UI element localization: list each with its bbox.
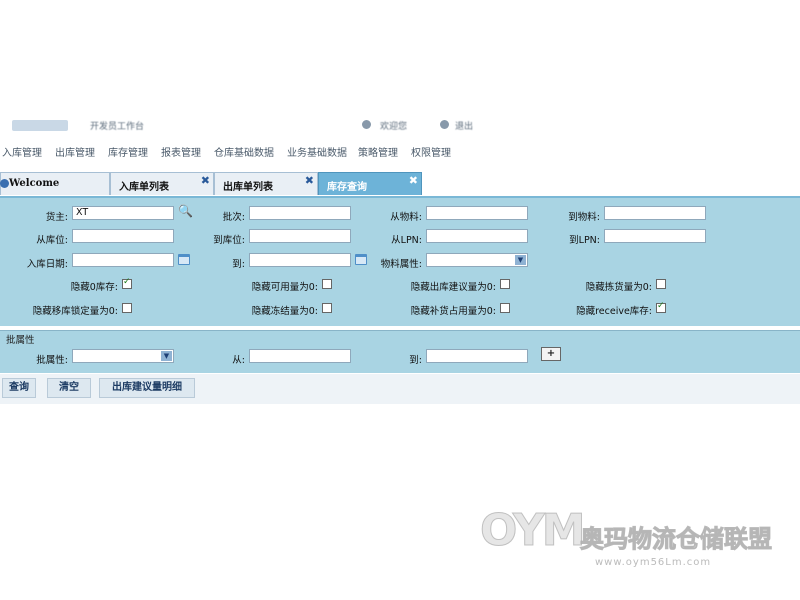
menu-item-reports[interactable]: 报表管理: [161, 144, 201, 159]
hide-zero-available-checkbox[interactable]: [322, 279, 332, 289]
gear-icon[interactable]: [362, 120, 371, 129]
menu-item-permissions[interactable]: 权限管理: [411, 144, 451, 159]
batch-to-label: 到:: [409, 355, 422, 366]
menu-item-inventory[interactable]: 库存管理: [108, 144, 148, 159]
hide-zero-picked-label: 隐藏拣货量为0:: [585, 282, 652, 293]
batch-section-title: 批属性: [6, 335, 35, 346]
hide-zero-frozen-label: 隐藏冻结量为0:: [251, 306, 318, 317]
hide-zero-move-lock-label: 隐藏移库锁定量为0:: [32, 306, 118, 317]
watermark-url: www.oym56Lm.com: [595, 557, 712, 568]
close-icon[interactable]: ✖: [409, 174, 418, 187]
hide-zero-picked-checkbox[interactable]: [656, 279, 666, 289]
hide-zero-stock-checkbox[interactable]: [122, 277, 132, 289]
batch-attr-select[interactable]: ▼: [72, 349, 174, 363]
from-lpn-input[interactable]: [426, 229, 528, 243]
hide-zero-replenish-checkbox[interactable]: [500, 303, 510, 313]
batch-label: 批次:: [222, 212, 245, 223]
close-icon[interactable]: ✖: [305, 174, 314, 187]
clear-button[interactable]: 清空: [47, 378, 91, 398]
watermark-logo: OYM: [479, 505, 586, 557]
hide-zero-suggested-label: 隐藏出库建议量为0:: [410, 282, 496, 293]
tab-bar: Welcome 入库单列表 ✖ 出库单列表 ✖ 库存查询 ✖: [0, 168, 800, 198]
menu-item-warehouse-data[interactable]: 仓库基础数据: [214, 144, 274, 159]
batch-attributes-section: 批属性 批属性: ▼ 从: 到: +: [0, 330, 800, 373]
home-icon: [0, 179, 9, 188]
material-attr-select[interactable]: ▼: [426, 253, 528, 267]
hide-zero-stock-label: 隐藏0库存:: [70, 282, 118, 293]
menu-item-business-data[interactable]: 业务基础数据: [287, 144, 347, 159]
from-material-input[interactable]: [426, 206, 528, 220]
action-bar: 查询 清空 出库建议量明细: [0, 374, 800, 404]
top-header-strip: 开发员工作台 欢迎您 退出: [0, 118, 800, 132]
tab-inventory-query[interactable]: 库存查询 ✖: [318, 172, 422, 195]
hide-zero-replenish-label: 隐藏补货占用量为0:: [410, 306, 496, 317]
to-location-label: 到库位:: [213, 235, 245, 246]
main-menu: 入库管理 出库管理 库存管理 报表管理 仓库基础数据 业务基础数据 策略管理 权…: [0, 134, 800, 168]
from-location-input[interactable]: [72, 229, 174, 243]
menu-item-inbound[interactable]: 入库管理: [2, 144, 42, 159]
to-date-input[interactable]: [249, 253, 351, 267]
query-form: 货主: XT 🔍 批次: 从物料: 到物料: 从库位: 到库位: 从LPN: 到…: [0, 198, 800, 326]
add-batch-attr-button[interactable]: +: [541, 347, 561, 361]
to-lpn-input[interactable]: [604, 229, 706, 243]
to-material-input[interactable]: [604, 206, 706, 220]
batch-input[interactable]: [249, 206, 351, 220]
hide-zero-move-lock-checkbox[interactable]: [122, 303, 132, 313]
menu-item-outbound[interactable]: 出库管理: [55, 144, 95, 159]
from-lpn-label: 从LPN:: [391, 235, 422, 246]
watermark-name: 奥玛物流仓储联盟: [580, 525, 773, 554]
hide-zero-frozen-checkbox[interactable]: [322, 303, 332, 313]
hide-receive-stock-checkbox[interactable]: [656, 301, 666, 313]
workbench-button[interactable]: [12, 120, 68, 131]
batch-attr-label: 批属性:: [36, 355, 68, 366]
inbound-date-label: 入库日期:: [26, 259, 68, 270]
header-text: 开发员工作台: [90, 122, 145, 132]
outbound-detail-button[interactable]: 出库建议量明细: [99, 378, 195, 398]
from-location-label: 从库位:: [36, 235, 68, 246]
tab-inbound-list[interactable]: 入库单列表 ✖: [110, 172, 214, 195]
hide-zero-suggested-checkbox[interactable]: [500, 279, 510, 289]
tab-label: Welcome: [9, 178, 60, 189]
calendar-icon[interactable]: [178, 254, 190, 265]
chevron-down-icon[interactable]: ▼: [161, 351, 172, 361]
batch-to-input[interactable]: [426, 349, 528, 363]
owner-label: 货主:: [45, 212, 68, 223]
search-icon[interactable]: 🔍: [178, 204, 193, 218]
hide-receive-stock-label: 隐藏receive库存:: [576, 306, 652, 317]
to-date-label: 到:: [232, 259, 245, 270]
inbound-date-input[interactable]: [72, 253, 174, 267]
material-attr-label: 物料属性:: [380, 259, 422, 270]
to-material-label: 到物料:: [568, 212, 600, 223]
batch-from-input[interactable]: [249, 349, 351, 363]
tab-welcome[interactable]: Welcome: [0, 172, 110, 195]
batch-from-label: 从:: [232, 355, 245, 366]
tab-outbound-list[interactable]: 出库单列表 ✖: [214, 172, 318, 195]
logout-icon[interactable]: [440, 120, 449, 129]
tab-label: 出库单列表: [223, 182, 273, 193]
menu-item-strategy[interactable]: 策略管理: [358, 144, 398, 159]
logout-link[interactable]: 退出: [455, 119, 473, 132]
to-lpn-label: 到LPN:: [569, 235, 600, 246]
watermark: OYM 奥玛物流仓储联盟 www.oym56Lm.com: [479, 505, 800, 585]
to-location-input[interactable]: [249, 229, 351, 243]
owner-input[interactable]: XT: [72, 206, 174, 220]
hide-zero-available-label: 隐藏可用量为0:: [251, 282, 318, 293]
from-material-label: 从物料:: [390, 212, 422, 223]
close-icon[interactable]: ✖: [201, 174, 210, 187]
welcome-text: 欢迎您: [380, 122, 408, 132]
query-button[interactable]: 查询: [2, 378, 36, 398]
tab-label: 库存查询: [327, 182, 367, 193]
chevron-down-icon[interactable]: ▼: [515, 255, 526, 265]
tab-label: 入库单列表: [119, 182, 169, 193]
